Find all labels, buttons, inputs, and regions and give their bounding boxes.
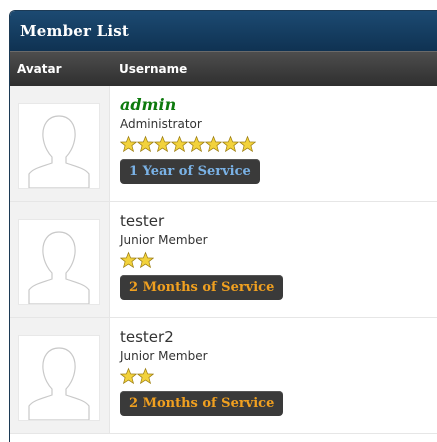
user-stars: [120, 251, 283, 271]
table-row: tester2 Junior Member 2 Months of Servic…: [10, 318, 437, 434]
panel-title: Member List: [10, 11, 437, 51]
service-badge: 2 Months of Service: [120, 275, 284, 300]
username-cell: tester2 Junior Member 2 Months of Servic…: [110, 318, 284, 433]
user-stars: [120, 367, 283, 387]
star-icon: [137, 251, 154, 269]
username-cell: tester Junior Member 2 Months of Service: [110, 202, 284, 317]
star-icon: [120, 135, 137, 153]
member-list-panel: Member List Avatar Username admin Admini…: [9, 10, 437, 442]
star-icon: [239, 135, 256, 153]
user-title: Junior Member: [120, 349, 208, 363]
user-title: Junior Member: [120, 233, 208, 247]
table-row: admin Administrator 1 Year of Service: [10, 86, 437, 202]
column-headers: Avatar Username: [10, 51, 437, 86]
avatar-cell: [10, 318, 110, 433]
avatar-cell: [10, 202, 110, 317]
star-icon: [137, 135, 154, 153]
default-avatar-icon[interactable]: [18, 219, 100, 305]
column-header-avatar[interactable]: Avatar: [10, 62, 110, 76]
username-cell: admin Administrator 1 Year of Service: [110, 86, 260, 201]
user-title: Administrator: [120, 117, 202, 131]
username-link[interactable]: admin: [120, 96, 260, 114]
star-icon: [137, 367, 154, 385]
username-link[interactable]: tester: [120, 212, 283, 230]
star-icon: [154, 135, 171, 153]
username-link[interactable]: tester2: [120, 328, 283, 346]
service-badge: 1 Year of Service: [120, 159, 260, 184]
default-avatar-icon[interactable]: [18, 103, 100, 189]
star-icon: [205, 135, 222, 153]
user-stars: [120, 135, 260, 155]
column-header-username[interactable]: Username: [110, 62, 187, 76]
star-icon: [222, 135, 239, 153]
star-icon: [171, 135, 188, 153]
table-row: tester Junior Member 2 Months of Service: [10, 202, 437, 318]
default-avatar-icon[interactable]: [18, 335, 100, 421]
star-icon: [120, 367, 137, 385]
service-badge: 2 Months of Service: [120, 391, 284, 416]
star-icon: [188, 135, 205, 153]
star-icon: [120, 251, 137, 269]
avatar-cell: [10, 86, 110, 201]
